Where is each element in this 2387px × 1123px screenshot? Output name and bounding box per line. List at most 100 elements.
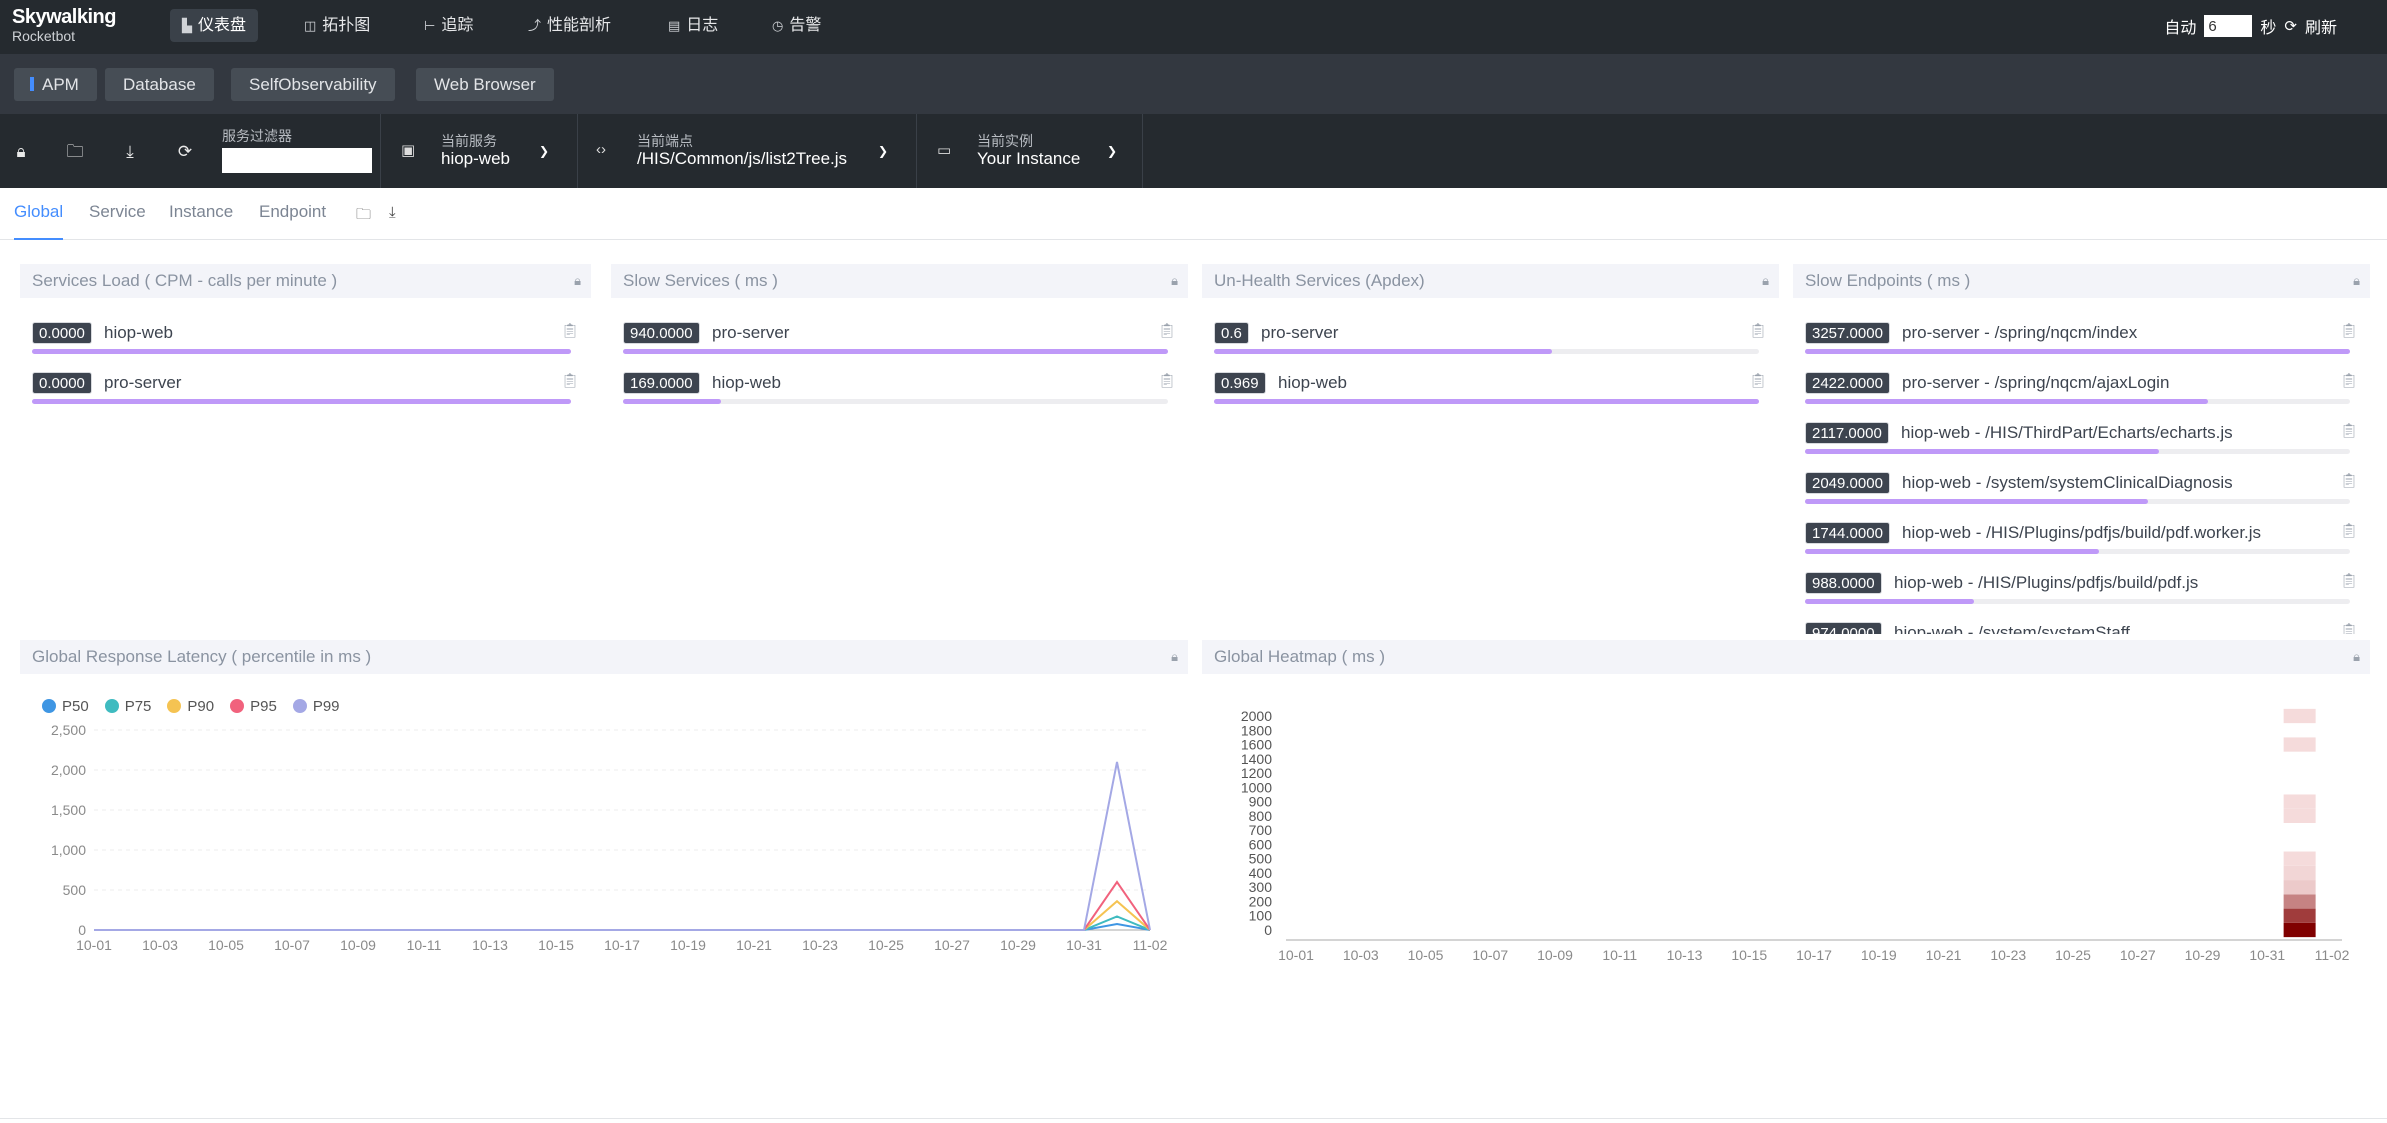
- x-tick-label: 10-15: [1731, 947, 1767, 963]
- item-name: hiop-web - /HIS/Plugins/pdfjs/build/pdf.…: [1894, 573, 2199, 592]
- y-tick-label: 200: [1249, 893, 1273, 909]
- clipboard-icon[interactable]: 📋︎: [2340, 372, 2358, 389]
- dashboard-tab-database[interactable]: Database: [105, 68, 214, 101]
- divider: [0, 1118, 2387, 1119]
- service-selector[interactable]: ▣ 当前服务 hiop-web ❯: [380, 114, 578, 188]
- progress-track: [1805, 449, 2350, 454]
- panel-title: Global Response Latency ( percentile in …: [32, 647, 372, 666]
- value-badge: 169.0000: [623, 372, 700, 394]
- nav-trace[interactable]: ⊢ 追踪: [412, 9, 485, 42]
- dashboard-tab-apm[interactable]: APM: [14, 68, 97, 101]
- series-line: [94, 761, 1151, 931]
- clipboard-icon[interactable]: 📋︎: [2340, 622, 2358, 634]
- y-tick-label: 1,500: [51, 802, 86, 818]
- tab-endpoint[interactable]: Endpoint: [259, 202, 326, 240]
- list-item[interactable]: 1744.0000 hiop-web - /HIS/Plugins/pdfjs/b…: [1805, 514, 2358, 564]
- clipboard-icon[interactable]: 📋︎: [2340, 322, 2358, 339]
- list-item[interactable]: 0.969 hiop-web 📋︎: [1214, 364, 1767, 414]
- logo-subtitle: Rocketbot: [12, 28, 76, 44]
- progress-fill: [1805, 549, 2100, 554]
- list-item[interactable]: 974.0000 hiop-web - /system/systemStaff 📋︎: [1805, 614, 2358, 634]
- service-selector-value: hiop-web: [441, 149, 510, 168]
- nav-dashboard[interactable]: ▙ 仪表盘: [170, 9, 259, 42]
- item-name: pro-server - /spring/nqcm/ajaxLogin: [1902, 373, 2170, 392]
- clipboard-icon[interactable]: 📋︎: [1749, 322, 1767, 339]
- list-item[interactable]: 2422.0000 pro-server - /spring/nqcm/ajaxL…: [1805, 364, 2358, 414]
- progress-fill: [1805, 349, 2350, 354]
- refresh-button[interactable]: 刷新: [2305, 14, 2337, 38]
- nav-log[interactable]: ▤ 日志: [656, 9, 730, 42]
- lock-icon[interactable]: 🔒︎: [574, 264, 581, 298]
- list-item[interactable]: 3257.0000 pro-server - /spring/nqcm/index…: [1805, 314, 2358, 364]
- progress-track: [1805, 599, 2350, 604]
- panel-header: Global Heatmap ( ms ) 🔒︎: [1202, 640, 2370, 674]
- clipboard-icon[interactable]: 📋︎: [1158, 322, 1176, 339]
- services-load-panel: Services Load ( CPM - calls per minute )…: [20, 264, 591, 634]
- lock-icon[interactable]: 🔒︎: [1171, 640, 1178, 674]
- panel-header: Services Load ( CPM - calls per minute )…: [20, 264, 591, 298]
- clipboard-icon[interactable]: 📋︎: [1749, 372, 1767, 389]
- x-tick-label: 10-29: [2185, 947, 2221, 963]
- service-filter: 服务过滤器: [222, 128, 372, 173]
- x-tick-label: 10-29: [1000, 937, 1036, 953]
- y-tick-label: 1600: [1241, 737, 1272, 753]
- clipboard-icon[interactable]: 📋︎: [561, 322, 579, 339]
- list-item[interactable]: 169.0000 hiop-web 📋︎: [623, 364, 1176, 414]
- toolbar: 🔒︎ 🗀 ⤓ ⟳ 服务过滤器 ▣ 当前服务 hiop-web ❯ ‹› 当前端点…: [0, 114, 2387, 188]
- logo[interactable]: Skywalking Rocketbot: [12, 6, 162, 50]
- list-item[interactable]: 988.0000 hiop-web - /HIS/Plugins/pdfjs/bu…: [1805, 564, 2358, 614]
- service-filter-input[interactable]: [222, 148, 372, 173]
- lock-icon[interactable]: 🔒︎: [1762, 264, 1769, 298]
- clipboard-icon[interactable]: 📋︎: [2340, 472, 2358, 489]
- nav-profile[interactable]: ⤴ 性能剖析: [516, 9, 623, 42]
- refresh-icon[interactable]: ⟳: [2284, 17, 2297, 35]
- code-icon: ‹›: [596, 141, 606, 158]
- tab-instance[interactable]: Instance: [169, 202, 233, 240]
- list-item[interactable]: 2117.0000 hiop-web - /HIS/ThirdPart/Echar…: [1805, 414, 2358, 464]
- list-item[interactable]: 0.0000 hiop-web 📋︎: [32, 314, 579, 364]
- tab-global[interactable]: Global: [14, 202, 64, 240]
- endpoint-selector-value: /HIS/Common/js/list2Tree.js: [637, 149, 848, 168]
- value-badge: 2117.0000: [1805, 422, 1889, 444]
- list-item[interactable]: 0.6 pro-server 📋︎: [1214, 314, 1767, 364]
- clipboard-icon[interactable]: 📋︎: [2340, 522, 2358, 539]
- folder-icon[interactable]: 🗀: [65, 142, 85, 162]
- instance-selector-value: Your Instance: [977, 149, 1081, 168]
- x-tick-label: 10-13: [472, 937, 508, 953]
- panel-title: Global Heatmap ( ms ): [1214, 647, 1385, 666]
- nav-topology[interactable]: ◫ 拓扑图: [292, 9, 382, 42]
- dashboard-tab-selfobservability[interactable]: SelfObservability: [231, 68, 395, 101]
- auto-interval-input[interactable]: [2204, 15, 2253, 37]
- heatmap-chart: 0100200300400500600700800900100012001400…: [1241, 708, 2350, 963]
- list-item[interactable]: 940.0000 pro-server 📋︎: [623, 314, 1176, 364]
- clipboard-icon[interactable]: 📋︎: [2340, 572, 2358, 589]
- lock-icon[interactable]: 🔒︎: [1171, 264, 1178, 298]
- x-tick-label: 10-07: [274, 937, 310, 953]
- tab-service[interactable]: Service: [89, 202, 146, 240]
- nav-label: 追踪: [441, 17, 474, 34]
- instance-selector[interactable]: ▭ 当前实例 Your Instance ❯: [917, 114, 1143, 188]
- y-tick-label: 300: [1249, 879, 1273, 895]
- clipboard-icon[interactable]: 📋︎: [1158, 372, 1176, 389]
- nav-alarm[interactable]: ◷ 告警: [760, 9, 833, 42]
- endpoint-selector[interactable]: ‹› 当前端点 /HIS/Common/js/list2Tree.js ❯: [578, 114, 917, 188]
- progress-track: [623, 349, 1168, 354]
- value-badge: 0.969: [1214, 372, 1266, 394]
- item-name: pro-server: [712, 323, 790, 342]
- lock-icon[interactable]: 🔒︎: [11, 142, 31, 162]
- item-name: pro-server: [104, 373, 182, 392]
- x-tick-label: 10-31: [2249, 947, 2285, 963]
- folder-icon[interactable]: 🗀: [356, 204, 371, 229]
- lock-icon[interactable]: 🔒︎: [2353, 264, 2360, 298]
- list-item[interactable]: 0.0000 pro-server 📋︎: [32, 364, 579, 414]
- list-item[interactable]: 2049.0000 hiop-web - /system/systemClinic…: [1805, 464, 2358, 514]
- clipboard-icon[interactable]: 📋︎: [561, 372, 579, 389]
- reload-icon[interactable]: ⟳: [175, 142, 195, 162]
- lock-icon[interactable]: 🔒︎: [2353, 640, 2360, 674]
- dashboard-tab-web-browser[interactable]: Web Browser: [416, 68, 554, 101]
- progress-track: [1214, 399, 1759, 404]
- download-icon[interactable]: ⤓: [389, 204, 396, 221]
- download-icon[interactable]: ⤓: [120, 142, 140, 162]
- x-tick-label: 10-05: [208, 937, 244, 953]
- clipboard-icon[interactable]: 📋︎: [2340, 422, 2358, 439]
